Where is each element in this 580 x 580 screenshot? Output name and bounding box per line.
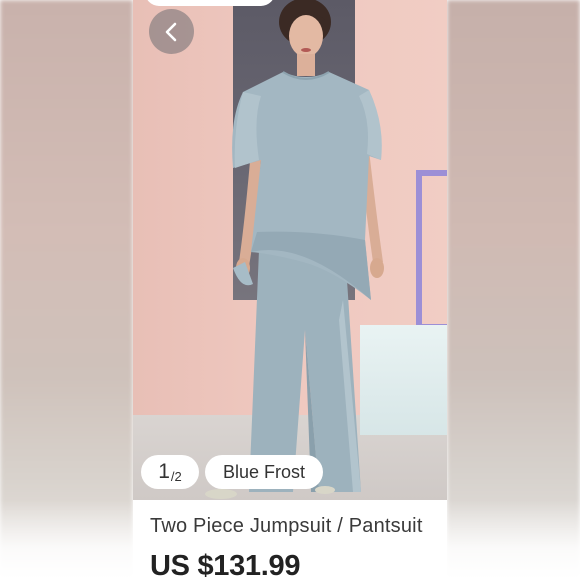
- product-image[interactable]: 1/2 Blue Frost: [133, 0, 447, 500]
- image-counter-current: 1: [158, 460, 170, 483]
- product-price: US $131.99: [150, 550, 301, 580]
- blurred-background-left: [0, 0, 133, 580]
- product-card[interactable]: 1/2 Blue Frost Two Piece Jumpsuit / Pant…: [133, 0, 447, 580]
- top-overlay-pill: [145, 0, 275, 6]
- back-button[interactable]: [149, 9, 194, 54]
- color-variant-badge[interactable]: Blue Frost: [205, 455, 323, 489]
- model-figure: [205, 0, 384, 499]
- image-counter-total: /2: [170, 468, 182, 484]
- image-counter: 1/2: [141, 455, 199, 489]
- product-title[interactable]: Two Piece Jumpsuit / Pantsuit: [150, 515, 423, 538]
- blurred-background-right: [447, 0, 580, 580]
- chevron-left-icon: [165, 22, 176, 41]
